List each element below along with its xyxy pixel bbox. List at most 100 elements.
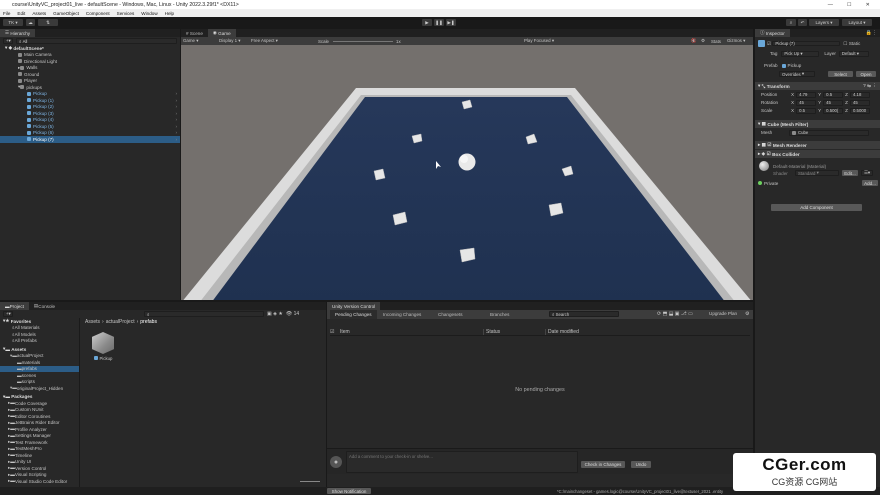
mute-audio-icon[interactable]: 🔇	[691, 38, 696, 44]
stats-button[interactable]: Stats	[711, 39, 721, 44]
overrides-dropdown[interactable]: Overrides ▾	[779, 71, 815, 77]
scale-y-field[interactable]: 0.500(	[823, 108, 844, 114]
favorite-item[interactable]: ⌕ All Prefabs	[0, 338, 79, 345]
component-menu-icon[interactable]: ? ⇆ ⋮	[863, 83, 880, 89]
create-asset-button[interactable]: +▾	[3, 311, 13, 317]
cloud-icon[interactable]: ☁	[26, 19, 35, 26]
chevron-right-icon[interactable]: ›	[175, 104, 180, 109]
tab-version-control[interactable]: Unity Version Control	[327, 302, 381, 310]
boxcollider-header[interactable]: ▸ ◈ ☑ Box Collider	[755, 150, 880, 158]
checkin-button[interactable]: Check in Changes	[581, 461, 625, 468]
scale-slider[interactable]	[333, 40, 393, 42]
layers-dropdown[interactable]: Layers ▾	[809, 19, 839, 26]
gizmos-dropdown[interactable]: Gizmos ▾	[727, 38, 745, 44]
maximize-icon[interactable]: ☐	[847, 2, 852, 8]
game-mode-dropdown[interactable]: Game ▾	[183, 38, 198, 44]
close-icon[interactable]: ✕	[866, 2, 870, 8]
scale-x-field[interactable]: 0.5	[796, 108, 817, 114]
menu-item-services[interactable]: Services	[117, 11, 135, 16]
chevron-right-icon[interactable]: ›	[175, 98, 180, 103]
edit-shader-button[interactable]: Edit...	[842, 170, 858, 176]
shader-dropdown[interactable]: Standard ▾	[795, 170, 839, 176]
vc-tab-pending-changes[interactable]: Pending Changes	[330, 310, 377, 319]
aspect-dropdown[interactable]: Free Aspect ▾	[251, 38, 278, 44]
undo-button[interactable]: Undo	[631, 461, 651, 468]
chevron-right-icon[interactable]: ›	[175, 137, 180, 142]
static-checkbox[interactable]: ☐ Static	[843, 41, 860, 47]
play-focus-dropdown[interactable]: Play Focused ▾	[524, 38, 554, 44]
undo-history-icon[interactable]: ↶	[798, 19, 807, 26]
game-render-view[interactable]	[181, 45, 753, 300]
meshrenderer-header[interactable]: ▸ ▦ ☑ Mesh Renderer	[755, 141, 880, 149]
breadcrumb-item[interactable]: prefabs	[140, 319, 157, 325]
lock-icon[interactable]: 🔒⋮	[866, 30, 880, 36]
position-y-field[interactable]: 0.5	[823, 92, 844, 98]
position-z-field[interactable]: 4.18	[849, 92, 870, 98]
tab-scene[interactable]: # Scene	[181, 29, 208, 37]
layer-dropdown[interactable]: Default ▾	[838, 51, 869, 57]
chevron-right-icon[interactable]: ›	[175, 124, 180, 129]
gear-icon[interactable]: ⚙	[745, 311, 749, 317]
chevron-right-icon[interactable]: ›	[175, 117, 180, 122]
package-item[interactable]: ▸▬ Visual Studio Code Editor	[0, 478, 79, 485]
menu-item-help[interactable]: Help	[165, 11, 174, 16]
upgrade-plan-link[interactable]: Upgrade Plan	[709, 311, 737, 316]
breadcrumb-item[interactable]: actualProject	[106, 319, 135, 325]
add-object-button[interactable]: +▾	[3, 38, 13, 44]
menu-item-file[interactable]: File	[3, 11, 10, 16]
position-x-field[interactable]: 4.79	[796, 92, 817, 98]
breadcrumb-item[interactable]: Assets	[85, 319, 100, 325]
pause-button[interactable]: ❚❚	[434, 19, 444, 26]
icon-size-slider[interactable]	[300, 481, 320, 482]
menu-item-window[interactable]: Window	[141, 11, 157, 16]
show-notification-button[interactable]: Show Notification	[327, 488, 371, 494]
add-label-button[interactable]: Add...	[862, 180, 878, 186]
search-icon[interactable]: ⌕	[786, 19, 796, 26]
hierarchy-item[interactable]: Pickup (7) ›	[0, 136, 180, 143]
chevron-right-icon[interactable]: ›	[175, 111, 180, 116]
column-date[interactable]: Date modified	[546, 329, 579, 335]
rotation-x-field[interactable]: 45	[796, 100, 817, 106]
hierarchy-search-input[interactable]: ⌕ All	[16, 38, 177, 44]
select-button[interactable]: Select	[828, 71, 853, 77]
tab-hierarchy[interactable]: ☰ Hierarchy	[0, 29, 36, 37]
tab-project[interactable]: ▬ Project	[0, 302, 29, 310]
display-dropdown[interactable]: Display 1 ▾	[219, 38, 241, 44]
layout-dropdown[interactable]: Layout ▾	[842, 19, 872, 26]
play-button[interactable]: ▶	[422, 19, 432, 26]
vc-tab-branches[interactable]: Branches	[485, 310, 514, 319]
rotation-y-field[interactable]: 45	[823, 100, 844, 106]
add-component-button[interactable]: Add Component	[771, 204, 862, 211]
filter-icon[interactable]: ▣ ◈ ★	[267, 311, 283, 317]
project-search-input[interactable]: ⌕	[144, 311, 264, 317]
vc-toolbar-icons[interactable]: ⟳ ⬒ ⬓ ▣ ⎇ ▭	[657, 311, 693, 317]
version-control-icon[interactable]: ⇅	[38, 19, 58, 26]
column-status[interactable]: Status	[484, 329, 546, 335]
vc-search-input[interactable]: ⌕ Search	[549, 311, 619, 317]
shader-options[interactable]: ☰▾	[861, 170, 873, 176]
checkin-comment-input[interactable]: Add a comment to your check-in or shelve…	[346, 451, 578, 473]
select-all-checkbox[interactable]: ☑	[330, 329, 340, 335]
asset-tile-pickup[interactable]: Pickup	[90, 332, 116, 361]
gear-icon[interactable]: ⚙	[701, 38, 705, 44]
account-dropdown[interactable]: TK ▾	[3, 19, 23, 26]
meshfilter-header[interactable]: ▾ ▦ Cube (Mesh Filter)	[755, 120, 880, 128]
chevron-right-icon[interactable]: ›	[175, 91, 180, 96]
transform-header[interactable]: ▾ ⤡ Transform? ⇆ ⋮	[755, 82, 880, 90]
menu-item-edit[interactable]: Edit	[17, 11, 25, 16]
tag-dropdown[interactable]: Pick Up ▾	[781, 51, 820, 57]
tab-console[interactable]: ▤ Console	[29, 302, 60, 310]
chevron-right-icon[interactable]: ›	[175, 130, 180, 135]
tab-inspector[interactable]: ⓘ Inspector	[755, 29, 790, 37]
object-name-field[interactable]: Pickup (7)	[772, 40, 841, 47]
menu-item-gameobject[interactable]: GameObject	[53, 11, 79, 16]
tab-game[interactable]: ◉ Game	[207, 29, 236, 37]
menu-item-assets[interactable]: Assets	[32, 11, 46, 16]
scale-z-field[interactable]: 0.5000	[849, 108, 870, 114]
menu-item-component[interactable]: Component	[86, 11, 110, 16]
step-button[interactable]: ▶❚	[446, 19, 456, 26]
vc-tab-changesets[interactable]: Changesets	[433, 310, 468, 319]
column-item[interactable]: Item	[340, 329, 484, 335]
asset-folder[interactable]: ▾▬ originalProject_Hidden	[0, 385, 79, 392]
minimize-icon[interactable]: —	[828, 2, 833, 8]
